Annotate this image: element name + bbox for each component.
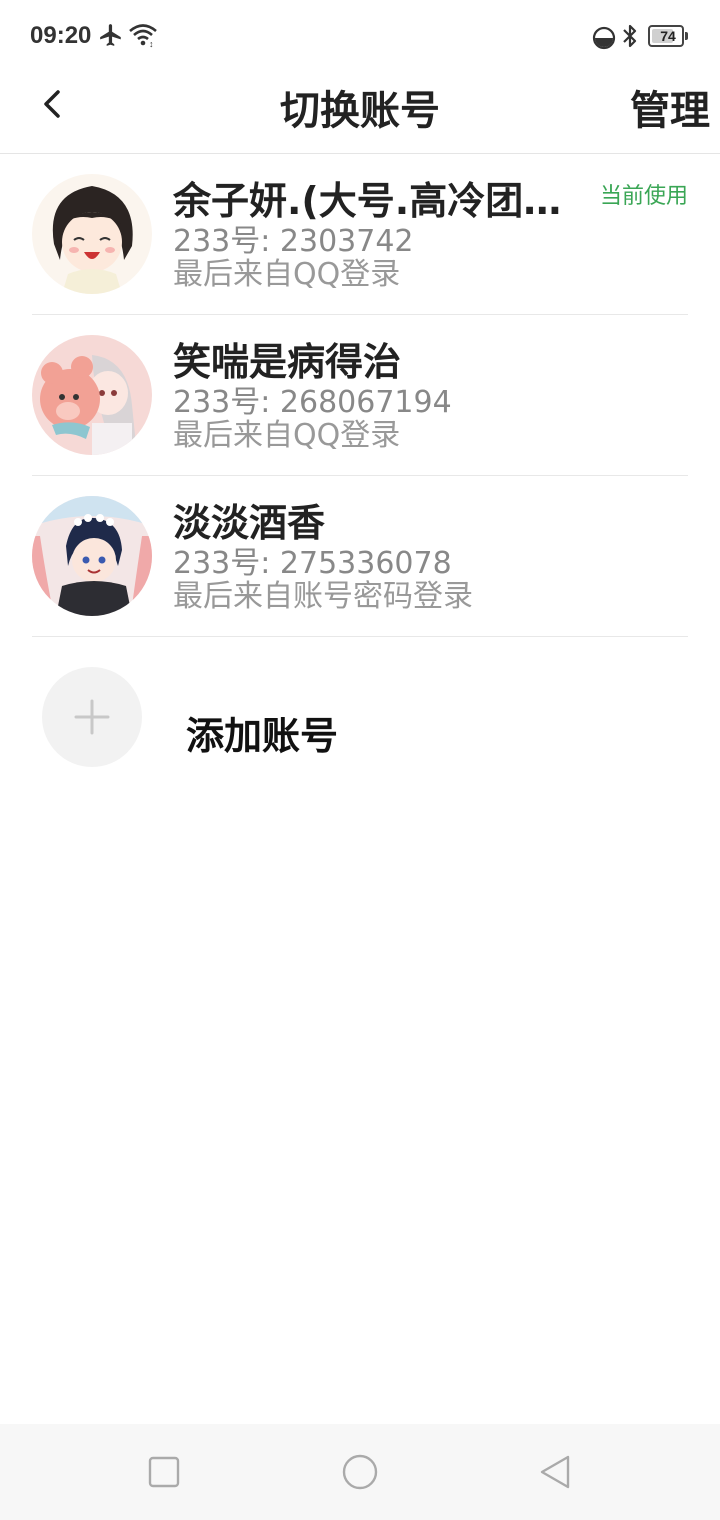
status-time: 09:20 <box>30 22 92 49</box>
add-account-label: 添加账号 <box>186 714 339 758</box>
battery-cap <box>685 32 688 40</box>
plus-icon <box>74 699 110 735</box>
current-account-badge: 当前使用 <box>599 184 688 209</box>
avatar <box>32 496 152 616</box>
airplane-mode-icon <box>100 24 121 46</box>
page-title: 切换账号 <box>280 88 440 134</box>
header: 切换账号 管理 <box>0 72 720 154</box>
svg-text:↕: ↕ <box>149 39 154 48</box>
account-id: 233号: 268067194 <box>173 385 452 420</box>
account-item[interactable]: 淡淡酒香 233号: 275336078 最后来自账号密码登录 <box>0 476 720 637</box>
back-triangle-icon[interactable] <box>536 1452 576 1492</box>
bluetooth-icon <box>623 24 637 48</box>
battery-percent: 74 <box>660 28 676 44</box>
account-id: 233号: 275336078 <box>173 546 452 581</box>
account-login-source: 最后来自QQ登录 <box>173 418 401 453</box>
account-name: 余子妍.(大号.高冷团… <box>173 179 562 223</box>
status-bar: 09:20 ↕ 74 <box>0 0 720 72</box>
avatar <box>32 174 152 294</box>
add-account-row[interactable]: 添加账号 <box>0 637 720 787</box>
wifi-icon: ↕ <box>129 24 157 48</box>
account-name: 淡淡酒香 <box>173 501 326 545</box>
account-item[interactable]: 余子妍.(大号.高冷团… 233号: 2303742 最后来自QQ登录 当前使用 <box>0 154 720 315</box>
recents-square-icon[interactable] <box>144 1452 184 1492</box>
account-id: 233号: 2303742 <box>173 224 414 259</box>
home-circle-icon[interactable] <box>340 1452 380 1492</box>
battery-icon: 74 <box>648 25 688 47</box>
manage-button[interactable]: 管理 <box>630 78 710 136</box>
avatar <box>32 335 152 455</box>
system-nav-bar <box>0 1424 720 1520</box>
dnd-icon <box>592 26 616 50</box>
account-item[interactable]: 笑喘是病得治 233号: 268067194 最后来自QQ登录 <box>0 315 720 476</box>
add-account-button[interactable] <box>42 667 142 767</box>
account-name: 笑喘是病得治 <box>173 340 402 384</box>
account-list: 余子妍.(大号.高冷团… 233号: 2303742 最后来自QQ登录 当前使用 <box>0 154 720 637</box>
account-login-source: 最后来自QQ登录 <box>173 257 401 292</box>
account-login-source: 最后来自账号密码登录 <box>173 579 473 614</box>
battery-body: 74 <box>648 25 684 47</box>
